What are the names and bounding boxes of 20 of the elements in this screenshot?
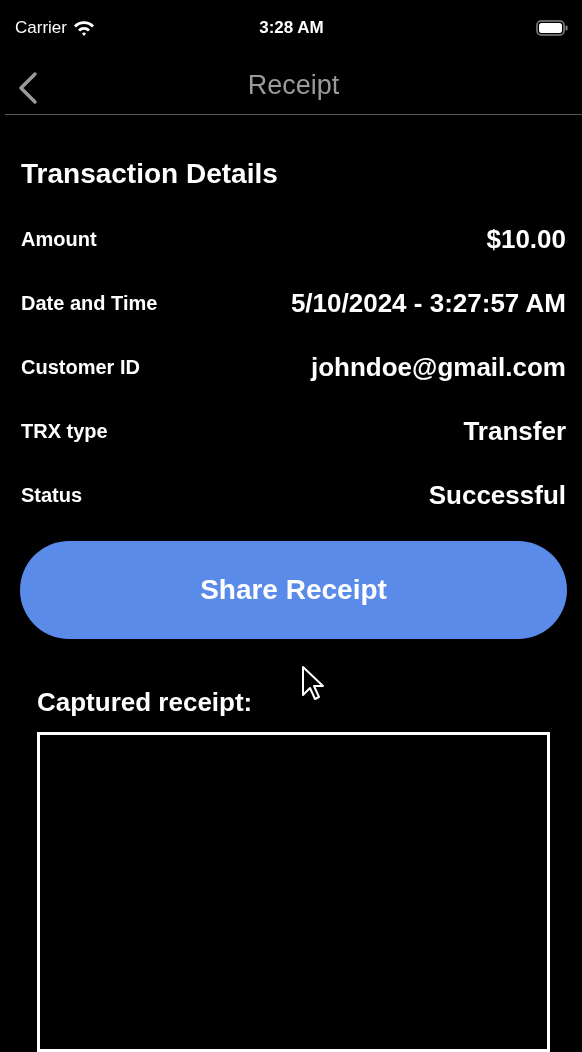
status-time: 3:28 AM xyxy=(259,18,324,39)
detail-label: Date and Time xyxy=(21,291,158,315)
detail-label: TRX type xyxy=(21,419,108,443)
mouse-cursor-icon xyxy=(301,665,325,701)
detail-value: 5/10/2024 - 3:27:57 AM xyxy=(290,287,566,319)
detail-value: Successful xyxy=(428,479,566,511)
detail-label: Customer ID xyxy=(21,355,140,379)
carrier-label: Carrier xyxy=(15,18,67,39)
detail-value: Transfer xyxy=(463,415,566,447)
detail-value: johndoe@gmail.com xyxy=(310,351,566,383)
share-receipt-button[interactable]: Share Receipt xyxy=(20,541,567,639)
wifi-icon xyxy=(72,20,95,37)
nav-title: Receipt xyxy=(247,69,340,101)
section-title: Transaction Details xyxy=(21,157,279,191)
detail-label: Status xyxy=(21,483,83,507)
detail-value: $10.00 xyxy=(486,223,566,255)
detail-label: Amount xyxy=(21,227,97,251)
captured-receipt-title: Captured receipt: xyxy=(37,687,254,718)
back-chevron-icon xyxy=(17,70,39,105)
battery-icon xyxy=(536,20,568,37)
